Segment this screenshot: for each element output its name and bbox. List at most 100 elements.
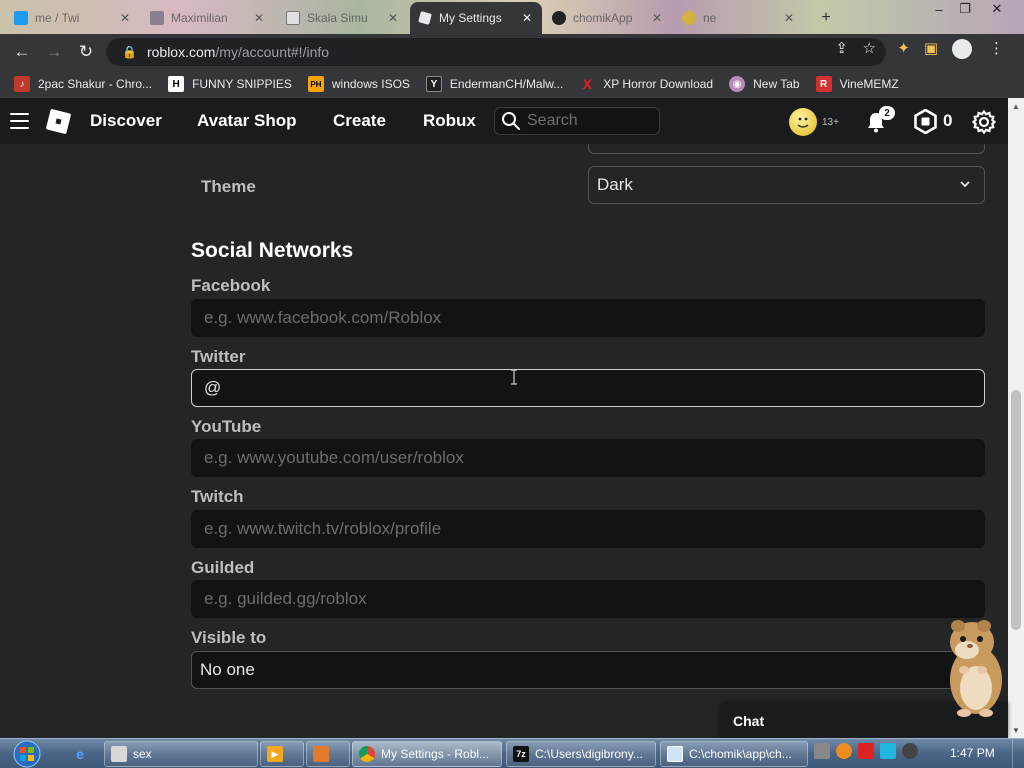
hamburger-menu-icon[interactable] (10, 113, 29, 129)
paint-icon (313, 746, 329, 762)
tray-volume-icon[interactable] (902, 743, 918, 759)
nav-robux[interactable]: Robux (423, 111, 476, 131)
tray-monitor-icon[interactable] (880, 743, 896, 759)
reload-icon[interactable]: ↻ (70, 36, 102, 68)
bookmark-label: XP Horror Download (603, 77, 714, 91)
taskbar-item[interactable]: ▶ (260, 741, 304, 767)
share-icon[interactable]: ⇪ (835, 39, 848, 57)
bookmark-star-icon[interactable]: ☆ (863, 39, 876, 57)
minimize-icon[interactable]: – (928, 0, 950, 18)
h-letter-icon: H (168, 76, 185, 92)
bookmark-label: VineMEMZ (839, 77, 899, 91)
taskbar-item[interactable]: sex (104, 741, 258, 767)
visible-to-dropdown[interactable]: No one (191, 651, 985, 689)
bookmark-item[interactable]: PH windows ISOS (307, 76, 410, 92)
bookmark-item[interactable]: R VineMEMZ (815, 76, 899, 92)
tray-flag-icon[interactable] (858, 743, 874, 759)
bookmark-item[interactable]: ◉ New Tab (729, 76, 800, 92)
bookmarks-bar: ♪ 2pac Shakur - Chro... H FUNNY SNIPPIES P… (0, 70, 1024, 98)
media-player-icon: ▶ (267, 746, 283, 762)
window-icon (667, 746, 683, 762)
bookmark-item[interactable]: H FUNNY SNIPPIES (168, 76, 292, 92)
search-box[interactable] (494, 107, 660, 135)
sidepanel-icon[interactable]: ▣ (924, 39, 938, 57)
start-button-icon[interactable] (8, 740, 46, 768)
extensions-icon[interactable]: ✦ (897, 39, 910, 57)
address-bar[interactable]: 🔒 roblox.com/my/account#!/info (106, 38, 886, 66)
hamster-pet-icon[interactable] (942, 614, 1006, 718)
r-icon: R (815, 76, 832, 92)
page-icon (150, 11, 164, 25)
close-tab-icon[interactable]: ✕ (652, 11, 662, 25)
lock-icon[interactable]: 🔒 (122, 45, 137, 59)
previous-field-edge (588, 144, 985, 154)
taskbar-clock[interactable]: 1:47 PM (950, 746, 995, 760)
tray-app-icon[interactable] (814, 743, 830, 759)
browser-tab[interactable]: Skala Simu ✕ (278, 4, 408, 32)
youtube-label: YouTube (191, 417, 262, 436)
roblox-logo-icon[interactable] (44, 107, 73, 136)
7zip-icon: 7z (513, 746, 529, 762)
tray-search-icon[interactable] (836, 743, 852, 759)
roblox-tab-icon (286, 11, 300, 25)
roblox-header: Discover Avatar Shop Create Robux 13+ 2 … (0, 98, 1008, 144)
close-window-icon[interactable]: ✕ (986, 0, 1008, 18)
nav-avatar-shop[interactable]: Avatar Shop (197, 111, 297, 131)
close-tab-icon[interactable]: ✕ (120, 11, 130, 25)
chrome-icon (359, 746, 375, 762)
page-scrollbar[interactable]: ▲ ▼ (1008, 98, 1024, 738)
bookmark-label: 2pac Shakur - Chro... (38, 77, 153, 91)
taskbar-item[interactable]: 7z C:\Users\digibrony... (506, 741, 656, 767)
new-tab-button[interactable]: + (812, 4, 840, 32)
internet-explorer-icon[interactable]: e (68, 742, 92, 766)
tab-title: ne (703, 11, 717, 25)
guilded-input[interactable] (191, 580, 985, 618)
system-tray (814, 743, 918, 759)
browser-tab-active[interactable]: My Settings ✕ (410, 2, 542, 34)
search-input[interactable] (527, 112, 647, 130)
settings-gear-icon[interactable] (971, 109, 997, 135)
twitter-input[interactable] (191, 369, 985, 407)
nav-discover[interactable]: Discover (90, 111, 162, 131)
nav-create[interactable]: Create (333, 111, 386, 131)
show-desktop-button[interactable] (1012, 739, 1024, 768)
forward-arrow-icon[interactable]: → (38, 36, 70, 68)
taskbar-item[interactable] (306, 741, 350, 767)
robux-balance[interactable]: 0 (943, 111, 952, 131)
close-tab-icon[interactable]: ✕ (522, 11, 532, 25)
robux-icon[interactable] (913, 109, 938, 134)
taskbar-item-label: C:\Users\digibrony... (535, 747, 643, 761)
browser-menu-icon[interactable]: ⋮ (989, 39, 1004, 57)
scrollbar-thumb[interactable] (1011, 390, 1021, 630)
youtube-input[interactable] (191, 439, 985, 477)
bookmark-item[interactable]: ♪ 2pac Shakur - Chro... (14, 76, 152, 92)
scroll-up-arrow-icon[interactable]: ▲ (1008, 100, 1024, 112)
app-icon (111, 746, 127, 762)
tab-title: My Settings (439, 11, 502, 25)
taskbar-item-label: My Settings - Robl... (381, 747, 490, 761)
profile-icon[interactable] (952, 39, 972, 59)
facebook-input[interactable] (191, 299, 985, 337)
bookmark-label: New Tab (753, 77, 800, 91)
avatar[interactable] (789, 108, 817, 136)
browser-tab[interactable]: chomikApp ✕ (544, 4, 672, 32)
scroll-down-arrow-icon[interactable]: ▼ (1008, 724, 1024, 736)
theme-dropdown[interactable]: Dark (588, 166, 985, 204)
back-arrow-icon[interactable]: ← (6, 36, 38, 68)
restore-icon[interactable]: ❐ (954, 0, 976, 18)
browser-tab[interactable]: me / Twi ✕ (6, 4, 140, 32)
bookmark-item[interactable]: X XP Horror Download (579, 76, 714, 92)
close-tab-icon[interactable]: ✕ (388, 11, 398, 25)
twitch-label: Twitch (191, 487, 244, 506)
text-cursor-icon (511, 369, 517, 385)
taskbar-item-active[interactable]: My Settings - Robl... (352, 741, 502, 767)
twitter-icon (14, 11, 28, 25)
close-tab-icon[interactable]: ✕ (784, 11, 794, 25)
bookmark-item[interactable]: Y EndermanCH/Malw... (425, 76, 563, 92)
browser-tab[interactable]: ne ✕ (674, 4, 804, 32)
browser-tab[interactable]: Maximilian ✕ (142, 4, 274, 32)
twitch-input[interactable] (191, 510, 985, 548)
guilded-label: Guilded (191, 558, 255, 577)
close-tab-icon[interactable]: ✕ (254, 11, 264, 25)
taskbar-item[interactable]: C:\chomik\app\ch... (660, 741, 808, 767)
